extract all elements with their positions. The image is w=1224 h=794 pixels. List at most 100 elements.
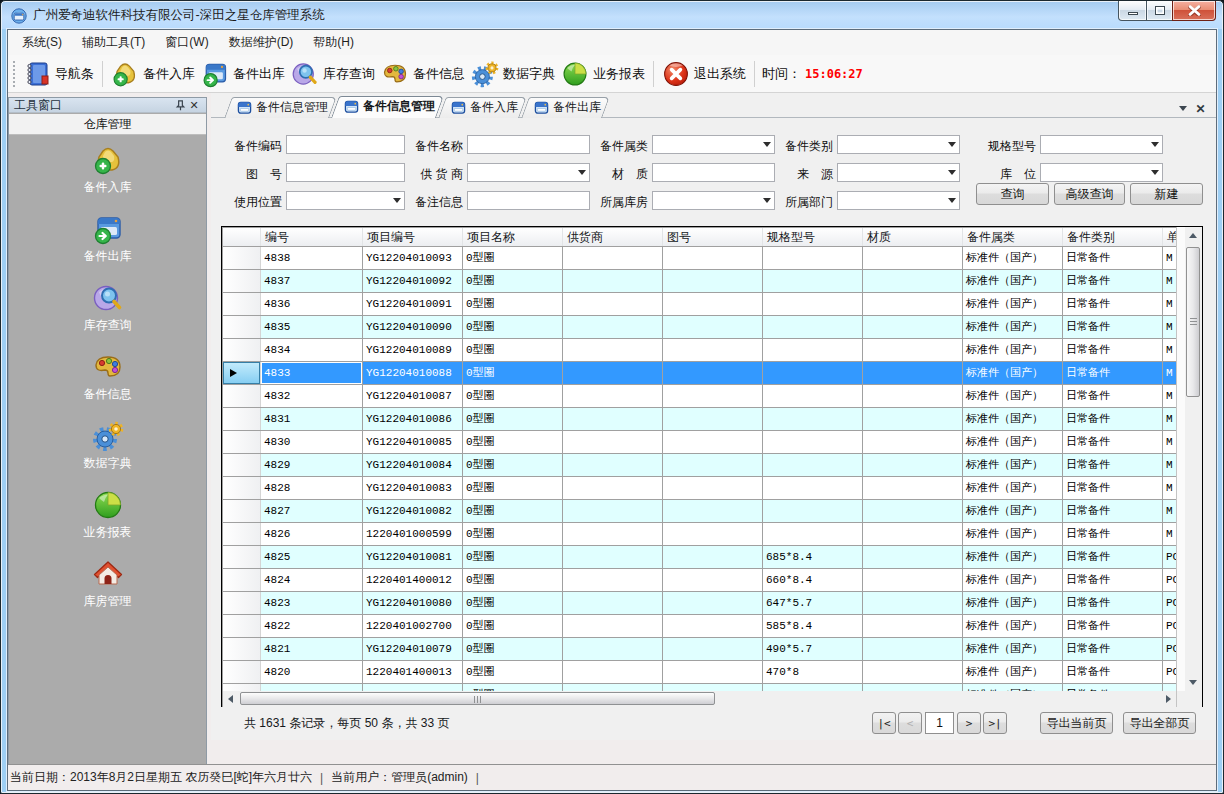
- cell-part-type[interactable]: 日常备件: [1063, 569, 1163, 591]
- cell-part-category[interactable]: 标准件（国产）: [963, 316, 1063, 338]
- grid-header-id[interactable]: 编号: [261, 228, 363, 246]
- cell-spec-model[interactable]: [763, 684, 863, 691]
- row-selector-cell[interactable]: [223, 362, 261, 384]
- cell-material[interactable]: [863, 477, 963, 499]
- horizontal-scrollbar-thumb[interactable]: [240, 692, 715, 705]
- cell-part-category[interactable]: 标准件（国产）: [963, 362, 1063, 384]
- cell-supplier[interactable]: [563, 638, 663, 660]
- cell-spec-model[interactable]: 470*8: [763, 661, 863, 683]
- cell-part-type[interactable]: 日常备件: [1063, 431, 1163, 453]
- cell-project-name[interactable]: 0型圈: [463, 592, 563, 614]
- toolbar-storage-out-button[interactable]: 备件出库: [198, 58, 288, 90]
- cell-figure-no[interactable]: [663, 500, 763, 522]
- menu-system[interactable]: 系统(S): [12, 30, 72, 55]
- cell-unit[interactable]: M: [1163, 385, 1176, 407]
- cell-part-category[interactable]: 标准件（国产）: [963, 661, 1063, 683]
- cell-project-name[interactable]: 0型圈: [463, 546, 563, 568]
- cell-id[interactable]: 4834: [261, 339, 363, 361]
- cell-figure-no[interactable]: [663, 293, 763, 315]
- table-row[interactable]: 4833 YG12204010088 0型圈 标准件（国产） 日常备件: [223, 362, 1176, 385]
- table-row[interactable]: 4831 YG12204010086 0型圈 标准件（国产） 日常备件: [223, 408, 1176, 431]
- cell-part-type[interactable]: 日常备件: [1063, 408, 1163, 430]
- grid-header-part-category[interactable]: 备件属类: [963, 228, 1063, 246]
- cell-project-code[interactable]: YG12204010089: [363, 339, 463, 361]
- cell-figure-no[interactable]: [663, 454, 763, 476]
- table-row[interactable]: 4829 YG12204010084 0型圈 标准件（国产） 日常备件: [223, 454, 1176, 477]
- horizontal-scrollbar[interactable]: [223, 691, 1176, 707]
- toolbar-navbar-button[interactable]: 导航条: [20, 58, 97, 90]
- cell-material[interactable]: [863, 293, 963, 315]
- table-row[interactable]: 4820 1220401400013 0型圈 470*8 标准件（国产） 日常备…: [223, 661, 1176, 684]
- cell-id[interactable]: 4823: [261, 592, 363, 614]
- cell-project-name[interactable]: 0型圈: [463, 569, 563, 591]
- grid-header-project-code[interactable]: 项目编号: [363, 228, 463, 246]
- table-row[interactable]: 4827 YG12204010082 0型圈 标准件（国产） 日常备件: [223, 500, 1176, 523]
- cell-part-type[interactable]: 日常备件: [1063, 362, 1163, 384]
- cell-project-name[interactable]: 0型圈: [463, 454, 563, 476]
- table-row[interactable]: 4819 0型圈 标准件（国产） 日常备件 PC: [223, 684, 1176, 691]
- cell-figure-no[interactable]: [663, 615, 763, 637]
- page-number-input[interactable]: [925, 712, 954, 734]
- row-selector-cell[interactable]: [223, 385, 261, 407]
- tab-storage-out[interactable]: 备件出库: [525, 97, 606, 117]
- cell-project-name[interactable]: 0型圈: [463, 339, 563, 361]
- table-row[interactable]: 4823 YG12204010080 0型圈 647*5.7 标准件（国产） 日…: [223, 592, 1176, 615]
- cell-spec-model[interactable]: 490*5.7: [763, 638, 863, 660]
- cell-part-category[interactable]: 标准件（国产）: [963, 454, 1063, 476]
- figure-no-input[interactable]: [286, 163, 405, 182]
- cell-project-name[interactable]: 0型圈: [463, 615, 563, 637]
- cell-project-code[interactable]: YG12204010088: [363, 362, 463, 384]
- cell-supplier[interactable]: [563, 546, 663, 568]
- table-row[interactable]: 4832 YG12204010087 0型圈 标准件（国产） 日常备件: [223, 385, 1176, 408]
- cell-part-type[interactable]: 日常备件: [1063, 385, 1163, 407]
- pushpin-icon[interactable]: [173, 98, 187, 112]
- table-row[interactable]: 4826 1220401000599 0型圈 标准件（国产） 日常备件: [223, 523, 1176, 546]
- cell-unit[interactable]: M: [1163, 454, 1176, 476]
- cell-figure-no[interactable]: [663, 431, 763, 453]
- cell-part-type[interactable]: 日常备件: [1063, 500, 1163, 522]
- cell-supplier[interactable]: [563, 523, 663, 545]
- cell-material[interactable]: [863, 385, 963, 407]
- cell-material[interactable]: [863, 684, 963, 691]
- cell-supplier[interactable]: [563, 592, 663, 614]
- cell-material[interactable]: [863, 638, 963, 660]
- menu-tools[interactable]: 辅助工具(T): [72, 30, 155, 55]
- cell-material[interactable]: [863, 661, 963, 683]
- cell-project-code[interactable]: YG12204010080: [363, 592, 463, 614]
- cell-spec-model[interactable]: 647*5.7: [763, 592, 863, 614]
- grid-header-material[interactable]: 材质: [863, 228, 963, 246]
- cell-spec-model[interactable]: [763, 385, 863, 407]
- cell-supplier[interactable]: [563, 339, 663, 361]
- grid-header-part-type[interactable]: 备件类别: [1063, 228, 1163, 246]
- cell-figure-no[interactable]: [663, 477, 763, 499]
- sidebar-item-data-dict[interactable]: 数据字典: [9, 420, 206, 472]
- row-selector-cell[interactable]: [223, 339, 261, 361]
- new-button[interactable]: 新建: [1130, 183, 1203, 205]
- cell-project-name[interactable]: 0型圈: [463, 270, 563, 292]
- cell-project-code[interactable]: YG12204010093: [363, 247, 463, 269]
- cell-id[interactable]: 4825: [261, 546, 363, 568]
- row-selector-cell[interactable]: [223, 546, 261, 568]
- toolbar-grip[interactable]: [13, 61, 16, 87]
- cell-material[interactable]: [863, 569, 963, 591]
- tab-list-dropdown[interactable]: [1175, 101, 1190, 116]
- cell-spec-model[interactable]: 585*8.4: [763, 615, 863, 637]
- grid-header-unit[interactable]: 单位: [1163, 228, 1176, 246]
- query-button[interactable]: 查询: [976, 183, 1049, 205]
- cell-spec-model[interactable]: [763, 523, 863, 545]
- table-row[interactable]: 4834 YG12204010089 0型圈 标准件（国产） 日常备件: [223, 339, 1176, 362]
- panel-close-icon[interactable]: ✕: [187, 98, 201, 112]
- cell-project-code[interactable]: YG12204010082: [363, 500, 463, 522]
- cell-project-name[interactable]: 0型圈: [463, 431, 563, 453]
- sidebar-item-biz-report[interactable]: 业务报表: [9, 489, 206, 541]
- cell-unit[interactable]: PC: [1163, 546, 1176, 568]
- row-selector-cell[interactable]: [223, 477, 261, 499]
- cell-unit[interactable]: M: [1163, 339, 1176, 361]
- cell-spec-model[interactable]: [763, 408, 863, 430]
- toolbar-storage-in-button[interactable]: 备件入库: [108, 58, 198, 90]
- cell-part-type[interactable]: 日常备件: [1063, 592, 1163, 614]
- cell-project-code[interactable]: YG12204010087: [363, 385, 463, 407]
- spec-model-select[interactable]: [1040, 135, 1163, 154]
- cell-supplier[interactable]: [563, 316, 663, 338]
- cell-id[interactable]: 4832: [261, 385, 363, 407]
